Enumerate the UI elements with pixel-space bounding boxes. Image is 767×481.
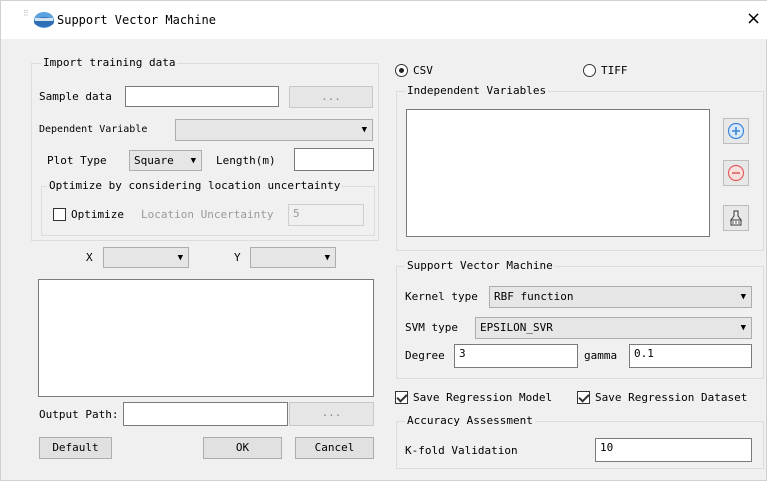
chevron-down-icon: ▼: [177, 253, 183, 263]
tiff-label: TIFF: [601, 64, 628, 77]
save-dataset-label: Save Regression Dataset: [595, 391, 748, 404]
optimize-group-title: Optimize by considering location uncerta…: [47, 179, 343, 193]
location-uncertainty-label: Location Uncertainty: [141, 208, 274, 221]
output-path-input[interactable]: [123, 402, 288, 426]
add-icon: [727, 122, 745, 140]
accuracy-group-title: Accuracy Assessment: [405, 414, 535, 428]
ok-button[interactable]: OK: [203, 437, 282, 459]
length-input[interactable]: [294, 148, 374, 171]
degree-label: Degree: [405, 349, 445, 362]
close-button[interactable]: ×: [746, 9, 761, 29]
y-label: Y: [234, 251, 241, 264]
x-label: X: [86, 251, 93, 264]
independent-variables-list[interactable]: [406, 109, 710, 237]
optimize-checkbox[interactable]: [53, 208, 66, 221]
chevron-down-icon: ▼: [324, 253, 330, 263]
remove-variable-button[interactable]: [723, 160, 749, 186]
window-title: Support Vector Machine: [57, 13, 216, 27]
y-select[interactable]: ▼: [250, 247, 336, 268]
chevron-down-icon: ▼: [740, 292, 746, 302]
app-logo-icon: [34, 12, 54, 28]
plot-type-value: Square: [134, 154, 174, 167]
output-browse-button[interactable]: ...: [289, 402, 374, 426]
svm-type-label: SVM type: [405, 321, 458, 334]
location-uncertainty-input[interactable]: 5: [288, 204, 364, 226]
x-select[interactable]: ▼: [103, 247, 189, 268]
independent-variables-title: Independent Variables: [405, 84, 549, 98]
dependent-variable-select[interactable]: ▼: [175, 119, 373, 141]
chevron-down-icon: ▼: [361, 125, 367, 135]
kernel-type-value: RBF function: [494, 290, 574, 303]
tiff-radio[interactable]: [583, 64, 596, 77]
clear-variables-button[interactable]: [723, 205, 749, 231]
optimize-label: Optimize: [71, 208, 124, 221]
kfold-input[interactable]: 10: [595, 438, 752, 462]
xy-list-panel[interactable]: [38, 279, 374, 397]
grip-icon: ⠿: [23, 9, 29, 18]
cancel-button[interactable]: Cancel: [295, 437, 374, 459]
plot-type-select[interactable]: Square ▼: [129, 150, 202, 171]
clear-icon: [730, 210, 742, 226]
title-bar: ⠿ Support Vector Machine ×: [1, 1, 767, 39]
gamma-label: gamma: [584, 349, 618, 362]
gamma-input[interactable]: 0.1: [629, 344, 752, 368]
svm-dialog: ⠿ Support Vector Machine × Import traini…: [0, 0, 767, 481]
kernel-type-select[interactable]: RBF function ▼: [489, 286, 752, 308]
import-group-title: Import training data: [41, 56, 178, 70]
sample-data-label: Sample data: [39, 90, 112, 103]
degree-input[interactable]: 3: [454, 344, 578, 368]
chevron-down-icon: ▼: [190, 156, 196, 166]
sample-browse-button[interactable]: ...: [289, 86, 373, 108]
add-variable-button[interactable]: [723, 118, 749, 144]
plot-type-label: Plot Type: [47, 154, 107, 167]
save-dataset-checkbox[interactable]: [577, 391, 590, 404]
svm-type-select[interactable]: EPSILON_SVR ▼: [475, 317, 752, 339]
default-button[interactable]: Default: [39, 437, 112, 459]
svm-type-value: EPSILON_SVR: [480, 321, 553, 334]
output-path-label: Output Path:: [39, 408, 119, 421]
csv-label: CSV: [413, 64, 433, 77]
chevron-down-icon: ▼: [740, 323, 746, 333]
svm-group-title: Support Vector Machine: [405, 259, 555, 273]
save-model-checkbox[interactable]: [395, 391, 408, 404]
remove-icon: [727, 164, 745, 182]
dependent-variable-label: Dependent Variable: [39, 124, 148, 135]
kfold-label: K-fold Validation: [405, 444, 518, 457]
save-model-label: Save Regression Model: [413, 391, 553, 404]
kernel-type-label: Kernel type: [405, 290, 478, 303]
length-label: Length(m): [216, 154, 276, 167]
csv-radio[interactable]: [395, 64, 408, 77]
sample-data-input[interactable]: [125, 86, 279, 107]
